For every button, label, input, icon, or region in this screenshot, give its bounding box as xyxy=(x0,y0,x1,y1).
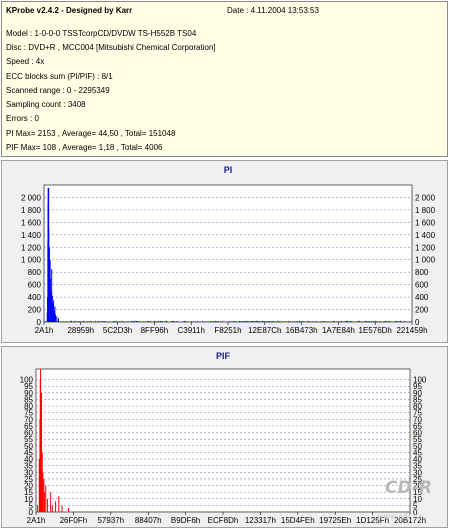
pi-ytick-right: 600 xyxy=(415,281,429,290)
pi-ytick-left: 600 xyxy=(28,281,42,290)
pif-ytick-right: 100 xyxy=(413,376,427,385)
pi-ytick-right: 1 400 xyxy=(415,231,436,240)
pi-ytick-left: 1 200 xyxy=(21,243,42,252)
info-speed: Speed : 4x xyxy=(6,57,45,66)
pif-xtick-label: 19725Eh xyxy=(319,516,351,525)
pi-ytick-left: 400 xyxy=(28,293,42,302)
pif-xtick-label: 123317h xyxy=(245,516,276,525)
pi-ytick-left: 2 000 xyxy=(21,193,42,202)
info-range: Scanned range : 0 - 2295349 xyxy=(6,86,110,95)
pi-xtick-label: 16B473h xyxy=(286,326,318,335)
watermark-url: www.cdr.cz xyxy=(377,512,422,521)
pi-xtick-label: 1E576Dh xyxy=(359,326,392,335)
pi-ytick-right: 1 000 xyxy=(415,256,436,265)
pif-xtick-label: B9DF6h xyxy=(171,516,200,525)
pif-plot-area xyxy=(35,368,411,513)
pi-xtick-label: 28959h xyxy=(67,326,94,335)
pi-ytick-left: 1 000 xyxy=(21,256,42,265)
pi-ytick-left: 1 400 xyxy=(21,231,42,240)
pi-xtick-label: 12E87Ch xyxy=(248,326,281,335)
pi-chart: PI0 0200 200400 400600 600800 8001 000 1 0001 … xyxy=(21,165,436,335)
pif-xtick-label: 2A1h xyxy=(27,516,46,525)
pi-ytick-right: 2 000 xyxy=(415,193,436,202)
app-title: KProbe v2.4.2 - Designed by Karr xyxy=(6,6,133,15)
info-pi-stats: PI Max= 2153 , Average= 44,50 , Total= 1… xyxy=(6,129,176,138)
pi-ytick-right: 1 800 xyxy=(415,206,436,215)
info-sampling: Sampling count : 3408 xyxy=(6,100,86,109)
info-ecc: ECC blocks sum (PI/PIF) : 8/1 xyxy=(6,72,113,81)
pif-xtick-label: ECF8Dh xyxy=(208,516,239,525)
pi-xtick-label: C3911h xyxy=(177,326,204,335)
info-panel: KProbe v2.4.2 - Designed by Karr Date : … xyxy=(1,1,448,157)
info-errors: Errors : 0 xyxy=(6,114,39,123)
scan-date: Date : 4.11.2004 13:53:53 xyxy=(227,6,319,15)
pif-xtick-label: 15D4FEh xyxy=(281,516,315,525)
pi-chart-panel: PI 0 0 200 200 400 400 600 600 800 800 1 000 1 000 1 … xyxy=(1,160,448,343)
pi-ytick-left: 200 xyxy=(28,306,42,315)
pi-xtick-label: 8FF96h xyxy=(141,326,169,335)
pi-ytick-left: 800 xyxy=(28,268,42,277)
pif-xtick-label: 57937h xyxy=(97,516,124,525)
pi-ytick-right: 200 xyxy=(415,306,429,315)
info-disc: Disc : DVD+R , MCC004 [Mitsubishi Chemic… xyxy=(6,43,216,52)
watermark-logo: CD-R xyxy=(385,478,433,498)
pi-ytick-left: 1 600 xyxy=(21,218,42,227)
pi-xtick-label: F8251h xyxy=(214,326,241,335)
pi-xtick-label: 5C2D3h xyxy=(103,326,132,335)
pif-chart-title: PIF xyxy=(216,351,231,361)
pi-ytick-right: 800 xyxy=(415,268,429,277)
pif-xtick-label: 26F0Fh xyxy=(60,516,88,525)
pi-xtick-label: 1A7E84h xyxy=(322,326,355,335)
pi-ytick-right: 1 600 xyxy=(415,218,436,227)
pif-xtick-label: 88407h xyxy=(135,516,162,525)
pi-plot-area xyxy=(43,184,413,323)
info-model: Model : 1-0-0-0 TSSTcorpCD/DVDW TS-H552B… xyxy=(6,29,197,38)
pi-ytick-right: 400 xyxy=(415,293,429,302)
pif-chart: PIF0 05 510 1015 1520 2025 2530 3035 3540 4045 455… xyxy=(20,351,427,525)
pi-chart-title: PI xyxy=(224,165,233,175)
pif-ytick-left: 100 xyxy=(20,376,34,385)
pi-xtick-label: 2A1h xyxy=(35,326,54,335)
pi-xtick-label: 221459h xyxy=(396,326,427,335)
pi-ytick-right: 1 200 xyxy=(415,243,436,252)
pif-chart-panel: PIF 0 0 5 5 10 10 15 15 20 20 25 25 30 30 35 35 40 40 45 45 5… xyxy=(1,346,448,528)
pi-ytick-left: 1 800 xyxy=(21,206,42,215)
info-pif-stats: PIF Max= 108 , Average= 1,18 , Total= 40… xyxy=(6,143,163,152)
